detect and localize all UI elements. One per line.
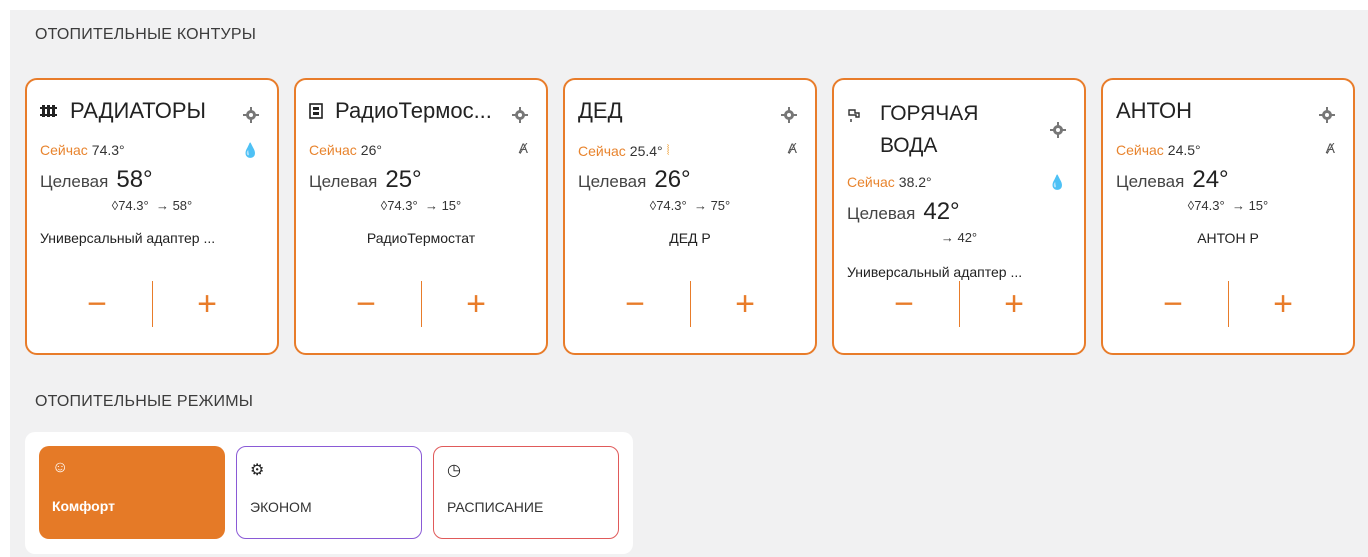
tap-icon bbox=[847, 108, 861, 129]
temp-controls: − + bbox=[296, 281, 546, 329]
increase-button[interactable]: + bbox=[994, 281, 1034, 329]
mode-economy-button[interactable]: ⚙ ЭКОНОМ bbox=[236, 446, 422, 539]
eco-icon: ⚙ bbox=[250, 462, 265, 479]
settings-gear-icon[interactable] bbox=[781, 107, 797, 123]
divider bbox=[152, 281, 153, 327]
increase-button[interactable]: + bbox=[1263, 281, 1303, 329]
thermostat-icon bbox=[309, 103, 323, 119]
card-title: ДЕД bbox=[578, 98, 623, 123]
heating-waves-icon: ⦚ bbox=[666, 142, 670, 158]
temp-controls: − + bbox=[565, 281, 815, 329]
circuit-card-radiothermostat[interactable]: РадиоТермос... Сейчас 26° Ⱥ Целевая 25° ◊7… bbox=[294, 78, 548, 355]
temp-controls: − + bbox=[1103, 281, 1353, 329]
divider bbox=[690, 281, 691, 327]
temp-controls: − + bbox=[27, 281, 277, 329]
current-temp: Сейчас 26° bbox=[309, 142, 382, 158]
increase-button[interactable]: + bbox=[456, 281, 496, 329]
target-temp: Целевая 58° bbox=[40, 166, 153, 193]
mode-schedule-button[interactable]: ◷ РАСПИСАНИЕ bbox=[433, 446, 619, 539]
decrease-button[interactable]: − bbox=[1153, 281, 1193, 329]
card-title: АНТОН bbox=[1116, 98, 1193, 123]
radiator-icon bbox=[40, 105, 57, 117]
target-temp: Целевая 26° bbox=[578, 166, 691, 193]
increase-button[interactable]: + bbox=[187, 281, 227, 329]
target-temp: Целевая 25° bbox=[309, 166, 422, 193]
temp-controls: − + bbox=[834, 281, 1084, 329]
circuit-card-radiators[interactable]: РАДИАТОРЫ Сейчас 74.3° 💧 Целевая 58° ◊74.3… bbox=[25, 78, 279, 355]
settings-gear-icon[interactable] bbox=[1319, 107, 1335, 123]
circuit-card-anton[interactable]: АНТОН Сейчас 24.5° Ⱥ Целевая 24° ◊74.3° → … bbox=[1101, 78, 1355, 355]
sensor-info: ◊74.3° → 75° bbox=[649, 198, 731, 213]
divider bbox=[421, 281, 422, 327]
circuit-card-ded[interactable]: ДЕД Сейчас 25.4° ⦚ Ⱥ Целевая 26° ◊74.3° → 7… bbox=[563, 78, 817, 355]
sensor-info: ◊74.3° → 15° bbox=[1187, 198, 1269, 213]
drop-icon: 💧 bbox=[241, 142, 259, 158]
settings-gear-icon[interactable] bbox=[512, 107, 528, 123]
modes-section-title: ОТОПИТЕЛЬНЫЕ РЕЖИМЫ bbox=[35, 393, 254, 410]
decrease-button[interactable]: − bbox=[346, 281, 386, 329]
current-temp: Сейчас 24.5° bbox=[1116, 142, 1201, 158]
current-temp: Сейчас 25.4° ⦚ bbox=[578, 142, 670, 159]
sensor-info: ◊74.3° → 15° bbox=[380, 198, 462, 213]
target-temp: Целевая 24° bbox=[1116, 166, 1229, 193]
card-description: ДЕД Р bbox=[669, 230, 711, 246]
card-title: РАДИАТОРЫ bbox=[40, 98, 206, 124]
smile-icon: ☺ bbox=[52, 459, 69, 476]
divider bbox=[959, 281, 960, 327]
setpoint-info: → 42° bbox=[940, 230, 978, 245]
mode-comfort-button[interactable]: ☺ Комфорт bbox=[39, 446, 225, 539]
settings-gear-icon[interactable] bbox=[1050, 122, 1066, 138]
heating-modes-panel: ☺ Комфорт ⚙ ЭКОНОМ ◷ РАСПИСАНИЕ bbox=[25, 432, 633, 554]
card-description: АНТОН Р bbox=[1197, 230, 1259, 246]
decrease-button[interactable]: − bbox=[615, 281, 655, 329]
current-temp: Сейчас 38.2° bbox=[847, 174, 932, 190]
card-description: Универсальный адаптер ... bbox=[40, 230, 216, 246]
card-title: РадиоТермос... bbox=[309, 98, 492, 124]
increase-button[interactable]: + bbox=[725, 281, 765, 329]
wave-curve-icon: Ⱥ bbox=[1325, 140, 1335, 156]
card-title: ГОРЯЧАЯ ВОДА bbox=[880, 102, 979, 157]
card-description: Универсальный адаптер ... bbox=[847, 264, 1023, 280]
wave-curve-icon: Ⱥ bbox=[518, 140, 528, 156]
sensor-info: ◊74.3° → 58° bbox=[111, 198, 193, 213]
circuits-section-title: ОТОПИТЕЛЬНЫЕ КОНТУРЫ bbox=[35, 26, 257, 43]
wave-curve-icon: Ⱥ bbox=[787, 140, 797, 156]
settings-gear-icon[interactable] bbox=[243, 107, 259, 123]
decrease-button[interactable]: − bbox=[77, 281, 117, 329]
drop-icon: 💧 bbox=[1048, 174, 1066, 190]
target-temp: Целевая 42° bbox=[847, 198, 960, 225]
current-temp: Сейчас 74.3° bbox=[40, 142, 125, 158]
clock-icon: ◷ bbox=[447, 462, 461, 479]
divider bbox=[1228, 281, 1229, 327]
decrease-button[interactable]: − bbox=[884, 281, 924, 329]
card-description: РадиоТермостат bbox=[366, 230, 476, 246]
circuit-card-hot-water[interactable]: ГОРЯЧАЯ ВОДА Сейчас 38.2° 💧 Целевая 42° → … bbox=[832, 78, 1086, 355]
